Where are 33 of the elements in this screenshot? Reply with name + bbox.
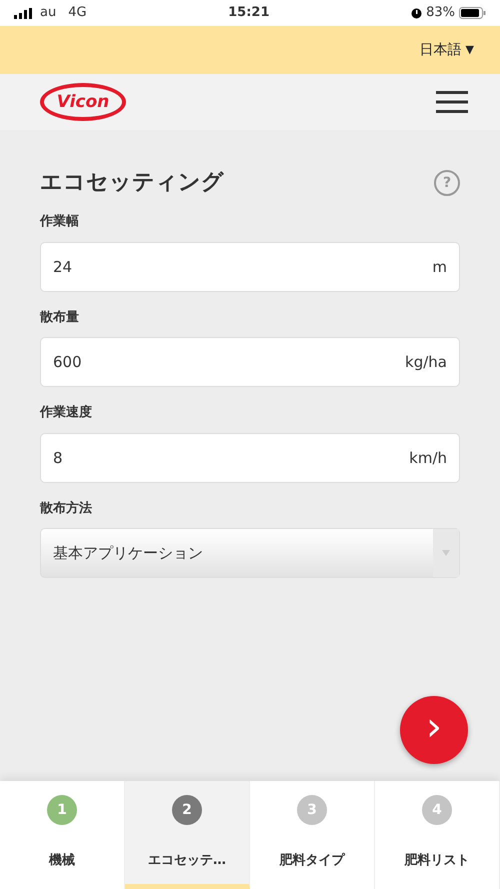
step-number: 2: [172, 795, 202, 825]
caret-icon: [442, 550, 450, 556]
battery-percent: 83%: [426, 4, 455, 22]
input-field[interactable]: 24 m: [40, 242, 460, 292]
step-tab[interactable]: 1 機械: [0, 781, 125, 889]
step-number: 4: [422, 795, 452, 825]
language-selector[interactable]: 日本語 ▼: [420, 40, 474, 60]
carrier-name: au: [40, 4, 56, 22]
field-label: 作業幅: [40, 213, 80, 232]
unit-label: m: [432, 256, 447, 278]
input-field[interactable]: 8 km/h: [40, 432, 460, 483]
signal-icon: [14, 8, 32, 18]
step-number: 1: [47, 795, 77, 825]
battery-icon: [459, 7, 486, 19]
field-label: 散布方法: [40, 500, 93, 518]
step-tab[interactable]: 2 エコセッテ…: [125, 781, 250, 889]
dropdown-field[interactable]: 基本アプリケーション: [40, 528, 460, 578]
field-label: 散布量: [40, 308, 80, 327]
caret-icon: ▼: [466, 42, 474, 58]
next-button[interactable]: ›: [400, 696, 468, 764]
page-title: エコセッティング: [40, 170, 224, 196]
alarm-icon: [411, 7, 422, 19]
step-number: 3: [297, 795, 327, 825]
step-tab[interactable]: 3 肥料タイプ: [250, 781, 375, 889]
unit-label: km/h: [409, 448, 447, 469]
input-field[interactable]: 600 kg/ha: [40, 337, 460, 388]
clock-time: 15:21: [228, 4, 270, 22]
menu-button[interactable]: [436, 90, 468, 114]
field-label: 作業速度: [40, 404, 93, 422]
network-type: 4G: [68, 4, 87, 22]
step-tab[interactable]: 4 肥料リスト: [375, 781, 500, 889]
unit-label: kg/ha: [405, 352, 447, 374]
logo[interactable]: Vicon: [40, 83, 126, 121]
